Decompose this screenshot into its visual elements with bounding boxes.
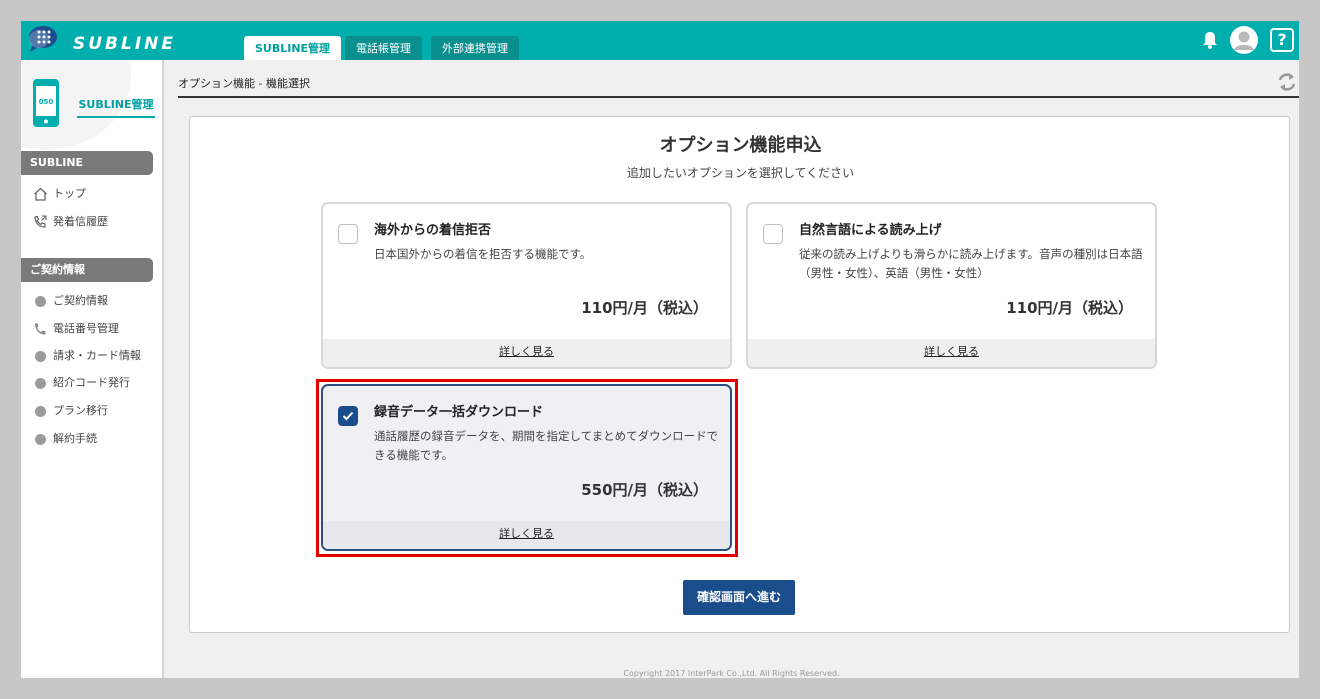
option-price: 110円/月（税込） bbox=[1006, 299, 1133, 317]
tab-phonebook-admin[interactable]: 電話帳管理 bbox=[345, 36, 422, 60]
bullet-icon bbox=[32, 432, 48, 446]
tab-external-integration[interactable]: 外部連携管理 bbox=[431, 36, 519, 60]
sidebar-item-call-history[interactable]: 発着信履歴 bbox=[32, 214, 108, 230]
details-link[interactable]: 詳しく見る bbox=[748, 339, 1155, 367]
sidebar-item-phone-number-admin[interactable]: 電話番号管理 bbox=[32, 321, 119, 337]
help-icon[interactable]: ? bbox=[1270, 28, 1294, 52]
sidebar-item-label: 電話番号管理 bbox=[53, 322, 119, 335]
sidebar-item-billing-card[interactable]: 請求・カード情報 bbox=[32, 348, 141, 364]
sidebar-item-label: トップ bbox=[53, 187, 86, 200]
home-icon bbox=[32, 187, 48, 201]
option-checkbox[interactable] bbox=[763, 224, 783, 244]
sidebar-section-contract: ご契約情報 bbox=[21, 258, 153, 282]
option-card-natural-voice[interactable]: 自然言語による読み上げ 従来の読み上げよりも滑らかに読み上げます。音声の種別は日… bbox=[746, 202, 1157, 369]
logo-bubble-icon bbox=[29, 26, 57, 52]
selection-highlight-frame bbox=[316, 379, 738, 557]
sidebar-item-label: 解約手続 bbox=[53, 432, 97, 445]
sidebar-section-subline: SUBLINE bbox=[21, 151, 153, 175]
bullet-icon bbox=[32, 376, 48, 390]
phone-device-icon: 050 bbox=[33, 79, 59, 127]
details-link[interactable]: 詳しく見る bbox=[323, 339, 730, 367]
sidebar-item-contract-info[interactable]: ご契約情報 bbox=[32, 293, 108, 309]
page-subtitle: 追加したいオプションを選択してください bbox=[626, 166, 855, 180]
subline-logo[interactable]: SUBLINE bbox=[27, 25, 227, 57]
sidebar-item-label: 紹介コード発行 bbox=[53, 376, 130, 389]
breadcrumb-divider bbox=[178, 96, 1299, 98]
bullet-icon bbox=[32, 404, 48, 418]
sidebar-item-plan-migration[interactable]: プラン移行 bbox=[32, 403, 108, 419]
sidebar-item-label: 発着信履歴 bbox=[53, 215, 108, 228]
option-checkbox[interactable] bbox=[338, 224, 358, 244]
sidebar-item-referral-code[interactable]: 紹介コード発行 bbox=[32, 375, 130, 391]
option-title: 海外からの着信拒否 bbox=[374, 223, 492, 238]
sidebar-item-cancellation[interactable]: 解約手続 bbox=[32, 431, 97, 447]
call-history-icon bbox=[32, 215, 48, 229]
sidebar-title: SUBLINE管理 bbox=[77, 96, 155, 118]
brand-name: SUBLINE bbox=[73, 34, 177, 54]
option-card-international-block[interactable]: 海外からの着信拒否 日本国外からの着信を拒否する機能です。 110円/月（税込）… bbox=[321, 202, 732, 369]
app-window: SUBLINE SUBLINE管理 電話帳管理 外部連携管理 ? 050 SUB… bbox=[21, 21, 1299, 678]
user-avatar-icon[interactable] bbox=[1229, 25, 1259, 55]
phone-icon bbox=[32, 322, 48, 336]
sidebar-item-label: プラン移行 bbox=[53, 404, 108, 417]
sidebar: 050 SUBLINE管理 SUBLINE トップ 発着信履歴 ご契約情報 ご契… bbox=[21, 60, 164, 678]
refresh-icon[interactable] bbox=[1277, 71, 1297, 93]
sidebar-item-label: ご契約情報 bbox=[53, 294, 108, 307]
top-bar: SUBLINE SUBLINE管理 電話帳管理 外部連携管理 ? bbox=[21, 21, 1299, 60]
breadcrumb: オプション機能 - 機能選択 bbox=[178, 77, 310, 90]
page-title: オプション機能申込 bbox=[659, 135, 822, 156]
proceed-to-confirm-button[interactable]: 確認画面へ進む bbox=[683, 580, 795, 615]
sidebar-item-label: 請求・カード情報 bbox=[53, 349, 141, 362]
phone-number-prefix: 050 bbox=[39, 98, 54, 106]
option-title: 自然言語による読み上げ bbox=[799, 223, 942, 238]
bullet-icon bbox=[32, 349, 48, 363]
bullet-icon bbox=[32, 294, 48, 308]
option-description: 従来の読み上げよりも滑らかに読み上げます。音声の種別は日本語（男性・女性）、英語… bbox=[799, 247, 1143, 280]
tab-subline-admin[interactable]: SUBLINE管理 bbox=[244, 36, 342, 60]
bell-icon[interactable] bbox=[1199, 29, 1221, 51]
copyright: Copyright 2017 InterPark Co.,Ltd. All Ri… bbox=[623, 669, 840, 678]
option-description: 日本国外からの着信を拒否する機能です。 bbox=[374, 247, 592, 261]
sidebar-item-top[interactable]: トップ bbox=[32, 186, 86, 202]
option-price: 110円/月（税込） bbox=[581, 299, 708, 317]
